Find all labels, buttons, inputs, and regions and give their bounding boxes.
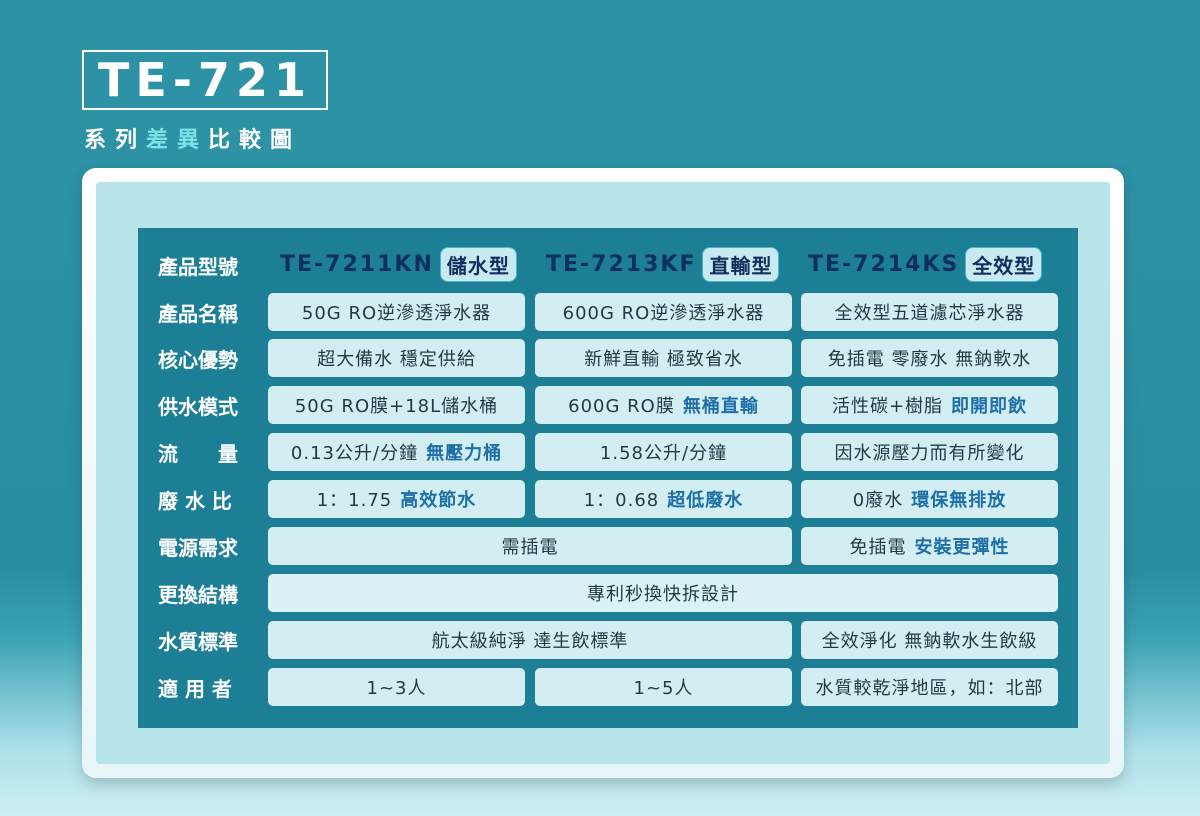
cell-flow-kf: 1.58公升/分鐘 <box>535 433 792 471</box>
subtitle-part-c: 比較圖 <box>208 128 302 153</box>
cell-text: 活性碳+樹脂 <box>831 396 944 417</box>
cell-text: 0廢水 <box>852 490 904 511</box>
model-number: TE-7213KF <box>546 251 697 277</box>
cell-users-kf: 1~5人 <box>535 668 792 706</box>
cell-highlight: 無桶直輸 <box>682 396 759 417</box>
cell-users-ks: 水質較乾淨地區，如：北部 <box>801 668 1058 706</box>
page-subtitle: 系列差異比較圖 <box>84 122 301 154</box>
cell-name-kn: 50G RO逆滲透淨水器 <box>268 293 525 331</box>
cell-text: 1.58公升/分鐘 <box>599 443 728 464</box>
row-label-supply: 供水模式 <box>158 394 238 419</box>
row-label-power: 電源需求 <box>158 535 238 560</box>
cell-users-kn: 1~3人 <box>268 668 525 706</box>
cell-text: 1：1.75 <box>316 490 393 511</box>
cell-highlight: 即開即飲 <box>951 396 1028 417</box>
cell-highlight: 安裝更彈性 <box>914 537 1010 558</box>
cell-text: 600G RO膜 <box>568 396 675 417</box>
cell-power-kn-kf: 需插電 <box>268 527 792 565</box>
row-label-advantage: 核心優勢 <box>158 347 238 372</box>
row-label-waste: 廢 水 比 <box>158 488 232 513</box>
cell-text: 因水源壓力而有所變化 <box>834 443 1025 464</box>
cell-text: 免插電 <box>849 537 907 558</box>
cell-text: 需插電 <box>501 537 559 558</box>
row-label-flow: 流 量 <box>158 441 238 466</box>
cell-highlight: 超低廢水 <box>667 490 744 511</box>
cell-quality-ks: 全效淨化 無鈉軟水生飲級 <box>801 621 1058 659</box>
page-title: TE-721 <box>98 53 312 107</box>
cell-advantage-ks: 免插電 零廢水 無鈉軟水 <box>801 339 1058 377</box>
cell-highlight: 高效節水 <box>400 490 477 511</box>
cell-waste-ks: 0廢水 環保無排放 <box>801 480 1058 518</box>
cell-supply-kf: 600G RO膜 無桶直輸 <box>535 386 792 424</box>
cell-highlight: 環保無排放 <box>911 490 1007 511</box>
cell-waste-kf: 1：0.68 超低廢水 <box>535 480 792 518</box>
cell-flow-kn: 0.13公升/分鐘 無壓力桶 <box>268 433 525 471</box>
subtitle-highlight: 差異 <box>146 128 209 153</box>
cell-replace-all: 專利秒換快拆設計 <box>268 574 1058 612</box>
row-label-replace: 更換結構 <box>158 582 238 607</box>
row-label-quality: 水質標準 <box>158 629 238 654</box>
cell-advantage-kn: 超大備水 穩定供給 <box>268 339 525 377</box>
cell-highlight: 無壓力桶 <box>426 443 503 464</box>
column-header-kf: TE-7213KF 直輸型 <box>546 246 780 282</box>
cell-name-kf: 600G RO逆滲透淨水器 <box>535 293 792 331</box>
cell-power-ks: 免插電 安裝更彈性 <box>801 527 1058 565</box>
cell-supply-ks: 活性碳+樹脂 即開即飲 <box>801 386 1058 424</box>
row-label-users: 適 用 者 <box>158 676 232 701</box>
type-badge: 直輸型 <box>702 246 780 282</box>
cell-supply-kn: 50G RO膜+18L儲水桶 <box>268 386 525 424</box>
row-label-name: 產品名稱 <box>158 301 238 326</box>
cell-advantage-kf: 新鮮直輸 極致省水 <box>535 339 792 377</box>
model-number: TE-7211KN <box>280 251 434 277</box>
type-badge: 儲水型 <box>439 246 517 282</box>
type-badge: 全效型 <box>965 246 1043 282</box>
cell-text: 0.13公升/分鐘 <box>290 443 419 464</box>
column-header-kn: TE-7211KN 儲水型 <box>280 246 517 282</box>
column-header-ks: TE-7214KS 全效型 <box>808 246 1043 282</box>
cell-name-ks: 全效型五道濾芯淨水器 <box>801 293 1058 331</box>
cell-waste-kn: 1：1.75 高效節水 <box>268 480 525 518</box>
row-label-model: 產品型號 <box>158 254 238 279</box>
cell-quality-kn-kf: 航太級純淨 達生飲標準 <box>268 621 792 659</box>
subtitle-part-a: 系列 <box>84 128 147 153</box>
model-number: TE-7214KS <box>808 251 960 277</box>
cell-flow-ks: 因水源壓力而有所變化 <box>801 433 1058 471</box>
cell-text: 1：0.68 <box>583 490 660 511</box>
cell-text: 50G RO膜+18L儲水桶 <box>294 396 499 417</box>
